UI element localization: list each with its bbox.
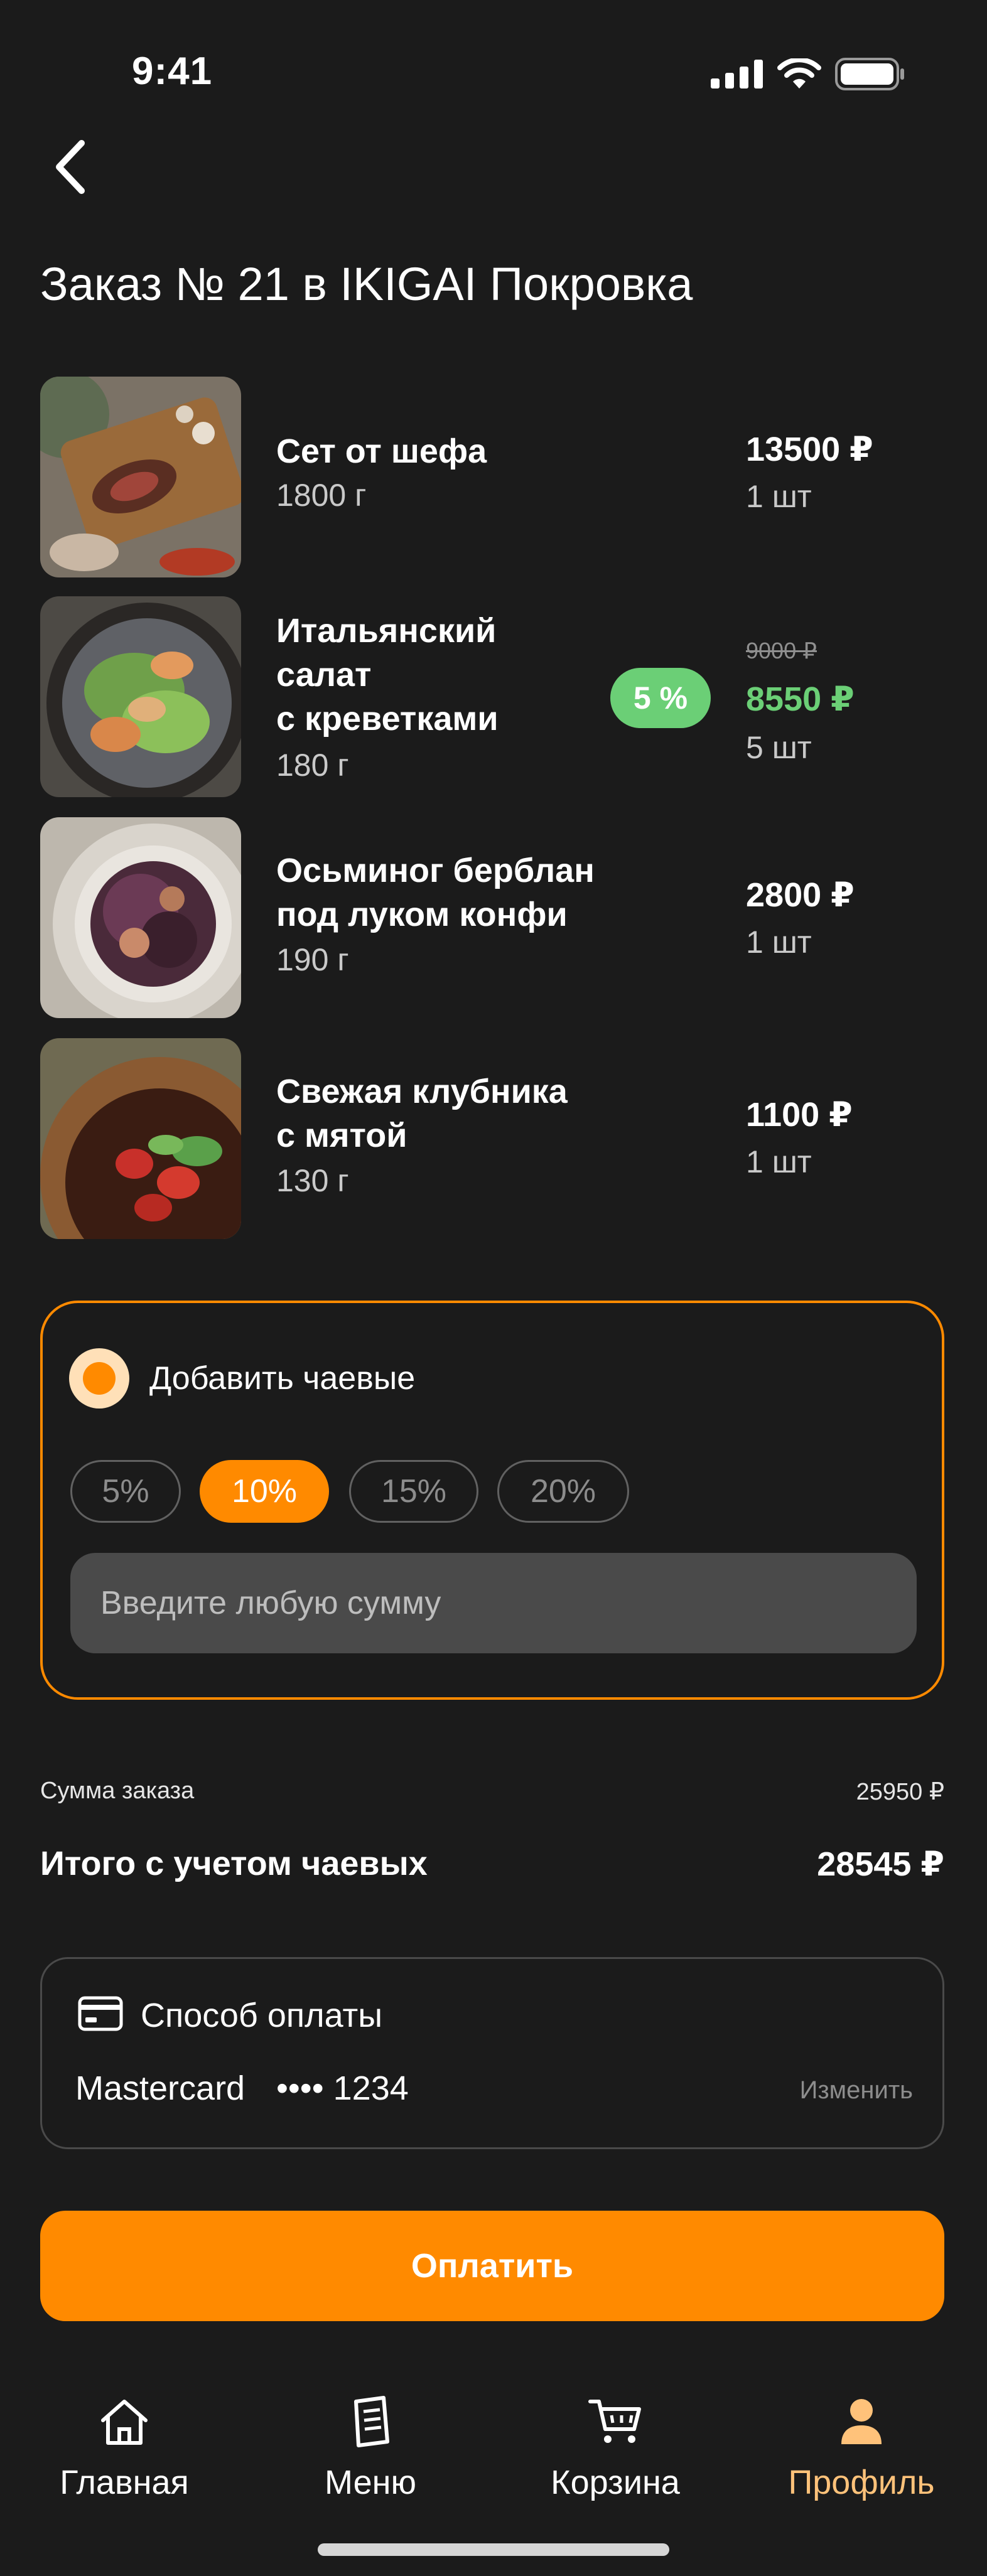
item-weight: 1800 г (276, 478, 367, 513)
item-price: 8550 ₽ (746, 680, 855, 718)
tip-amount-input[interactable]: Введите любую сумму (70, 1553, 917, 1653)
tab-label: Главная (60, 2464, 189, 2501)
chevron-left-icon (56, 140, 85, 194)
tab-profile[interactable]: Профиль (767, 2391, 956, 2502)
tip-chip-5[interactable]: 5% (70, 1460, 181, 1523)
signal-icon (711, 60, 763, 89)
total-label: Итого с учетом чаевых (40, 1845, 428, 1882)
credit-card-icon (78, 1996, 123, 2031)
tab-label: Меню (325, 2464, 416, 2501)
item-price: 1100 ₽ (746, 1096, 853, 1134)
item-image-strawberry[interactable] (40, 1038, 241, 1239)
radio-dot (83, 1362, 116, 1395)
card-number-masked: •••• 1234 (276, 2069, 409, 2107)
item-quantity: 5 шт (746, 730, 812, 765)
status-time: 9:41 (132, 50, 213, 93)
tab-cart[interactable]: Корзина (521, 2391, 709, 2502)
item-image-chef-set[interactable] (40, 377, 241, 577)
card-brand: Mastercard (75, 2069, 245, 2107)
battery-icon (835, 58, 904, 90)
item-quantity: 1 шт (746, 479, 812, 514)
profile-icon (831, 2391, 892, 2452)
item-name: Сет от шефа (276, 432, 487, 470)
home-icon (94, 2391, 154, 2452)
total-value: 28545 ₽ (817, 1845, 944, 1883)
pay-button[interactable]: Оплатить (40, 2211, 944, 2321)
subtotal-label: Сумма заказа (40, 1778, 195, 1804)
tab-label: Корзина (551, 2464, 680, 2501)
home-indicator (318, 2543, 669, 2556)
item-weight: 190 г (276, 942, 349, 977)
item-image-italian-salad[interactable] (40, 596, 241, 797)
tips-label: Добавить чаевые (149, 1360, 416, 1397)
payment-method-card (40, 1957, 944, 2149)
tip-chip-15[interactable]: 15% (349, 1460, 478, 1523)
item-name: Итальянский салат с креветками (276, 612, 499, 738)
tip-chip-20[interactable]: 20% (497, 1460, 629, 1523)
tip-chip-10[interactable]: 10% (200, 1460, 329, 1523)
discount-badge: 5 % (610, 668, 711, 728)
item-price: 2800 ₽ (746, 876, 855, 914)
item-name: Свежая клубника с мятой (276, 1073, 568, 1154)
menu-book-icon (340, 2391, 401, 2452)
cart-icon (585, 2391, 645, 2452)
item-weight: 130 г (276, 1163, 349, 1198)
item-image-octopus[interactable] (40, 817, 241, 1018)
payment-title: Способ оплаты (141, 1997, 383, 2034)
tab-home[interactable]: Главная (30, 2391, 218, 2502)
item-quantity: 1 шт (746, 925, 812, 960)
status-icons (711, 58, 905, 90)
wifi-icon (777, 58, 821, 89)
tips-radio[interactable] (69, 1348, 129, 1409)
back-button[interactable] (49, 137, 94, 197)
tab-label: Профиль (788, 2464, 935, 2501)
item-price: 13500 ₽ (746, 431, 873, 468)
page-title: Заказ № 21 в IKIGAI Покровка (40, 258, 693, 310)
item-old-price: 9000 ₽ (746, 638, 817, 663)
item-weight: 180 г (276, 748, 349, 783)
item-quantity: 1 шт (746, 1144, 812, 1179)
tab-menu[interactable]: Меню (276, 2391, 465, 2502)
item-name: Осьминог берблан под луком конфи (276, 852, 595, 933)
subtotal-value: 25950 ₽ (856, 1779, 944, 1805)
change-payment-link[interactable]: Изменить (800, 2076, 913, 2105)
